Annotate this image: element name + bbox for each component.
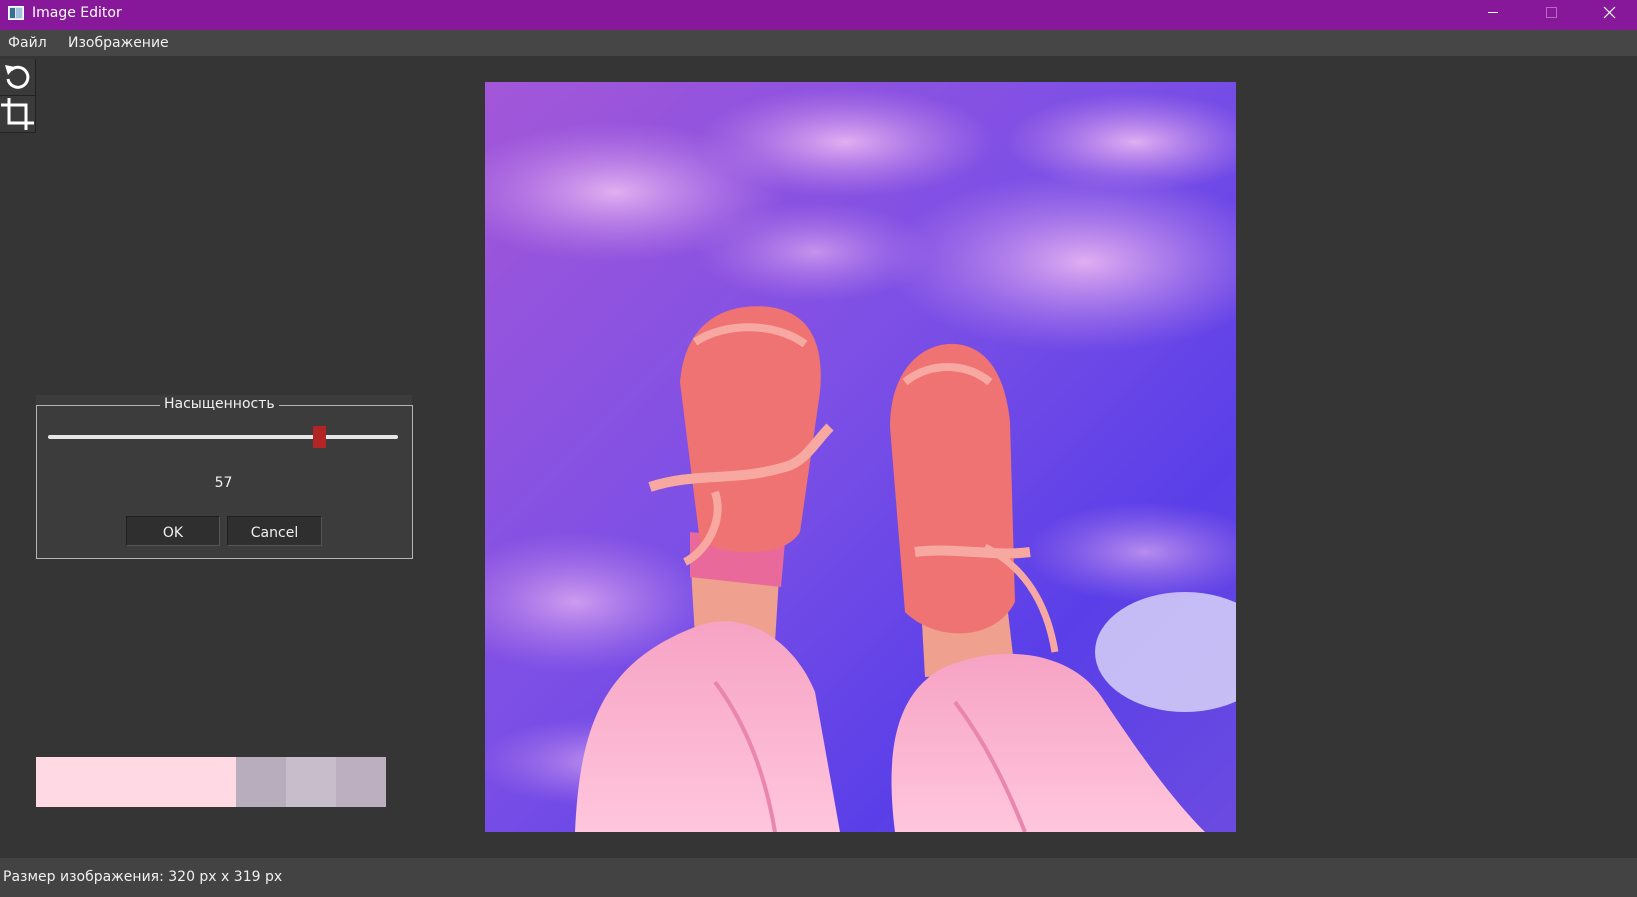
maximize-button[interactable] <box>1523 0 1579 30</box>
image-size-status: Размер изображения: 320 px x 319 px <box>3 869 283 885</box>
close-icon <box>1603 6 1616 19</box>
image-canvas[interactable] <box>485 82 1236 832</box>
edited-photo <box>485 82 1236 832</box>
color-palette <box>36 757 386 807</box>
palette-swatch <box>36 757 236 807</box>
maximize-icon <box>1546 7 1557 18</box>
saturation-value: 57 <box>214 475 233 491</box>
palette-swatch <box>336 757 386 807</box>
crop-button[interactable] <box>0 96 36 133</box>
menu-bar: Файл Изображение <box>0 30 1637 56</box>
ok-button[interactable]: OK <box>126 516 220 546</box>
crop-icon <box>1 98 34 130</box>
title-bar: Image Editor <box>0 0 1637 30</box>
menu-image[interactable]: Изображение <box>68 35 169 51</box>
cancel-button[interactable]: Cancel <box>227 516 322 546</box>
palette-swatch <box>236 757 286 807</box>
minimize-button[interactable] <box>1465 0 1521 30</box>
palette-swatch <box>286 757 336 807</box>
window-title: Image Editor <box>32 5 122 21</box>
app-icon <box>8 6 24 20</box>
saturation-slider-track[interactable] <box>48 435 398 439</box>
rotate-icon <box>5 65 30 89</box>
saturation-slider-handle[interactable] <box>312 426 326 448</box>
saturation-title: Насыщенность <box>160 396 279 412</box>
minimize-icon <box>1488 12 1498 13</box>
close-button[interactable] <box>1581 0 1637 30</box>
status-bar: Размер изображения: 320 px x 319 px <box>0 858 1637 897</box>
menu-file[interactable]: Файл <box>8 35 47 51</box>
rotate-button[interactable] <box>0 59 36 96</box>
